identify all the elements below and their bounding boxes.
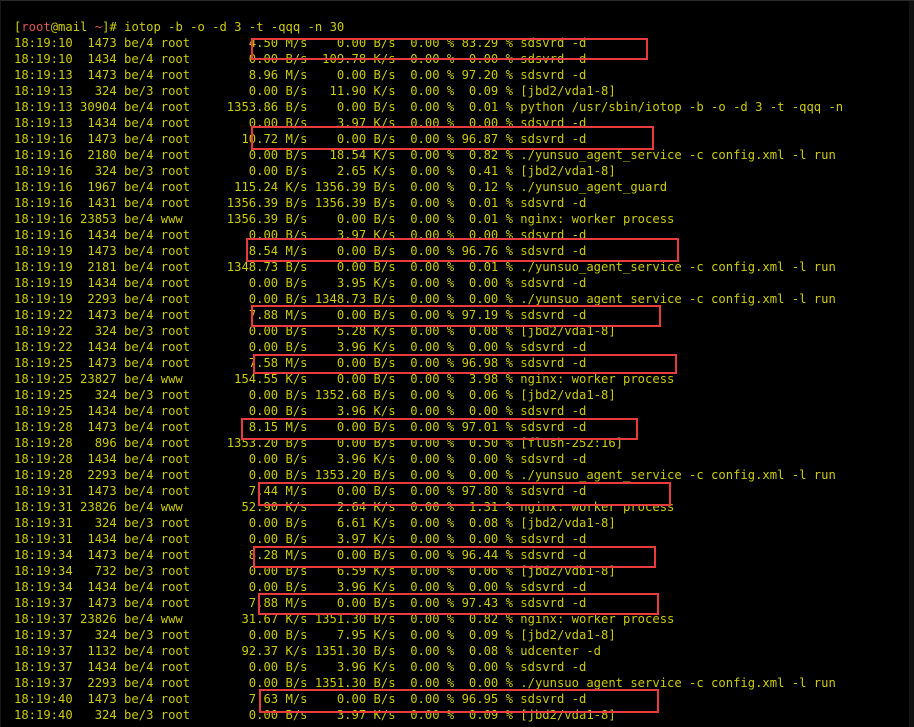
prompt-symbol: # <box>109 20 117 34</box>
iotop-row: 18:19:34 1434 be/4 root 0.00 B/s 3.96 K/… <box>14 580 587 594</box>
iotop-row: 18:19:13 324 be/3 root 0.00 B/s 11.90 K/… <box>14 84 616 98</box>
iotop-row: 18:19:16 1473 be/4 root 10.72 M/s 0.00 B… <box>14 132 587 146</box>
iotop-row: 18:19:31 324 be/3 root 0.00 B/s 6.61 K/s… <box>14 516 616 530</box>
prompt-command: iotop -b -o -d 3 -t -qqq -n 30 <box>124 20 345 34</box>
iotop-row: 18:19:25 1473 be/4 root 7.58 M/s 0.00 B/… <box>14 356 587 370</box>
iotop-row: 18:19:10 1434 be/4 root 0.00 B/s 109.78 … <box>14 52 587 66</box>
iotop-row: 18:19:28 896 be/4 root 1353.20 B/s 0.00 … <box>14 436 624 450</box>
iotop-row: 18:19:16 1967 be/4 root 115.24 K/s 1356.… <box>14 180 668 194</box>
iotop-row: 18:19:37 2293 be/4 root 0.00 B/s 1351.30… <box>14 676 836 690</box>
iotop-row: 18:19:37 1434 be/4 root 0.00 B/s 3.96 K/… <box>14 660 587 674</box>
iotop-row: 18:19:37 324 be/3 root 0.00 B/s 7.95 K/s… <box>14 628 616 642</box>
iotop-row: 18:19:19 2293 be/4 root 0.00 B/s 1348.73… <box>14 292 836 306</box>
iotop-row: 18:19:16 23853 be/4 www 1356.39 B/s 0.00… <box>14 212 675 226</box>
iotop-row: 18:19:16 2180 be/4 root 0.00 B/s 18.54 K… <box>14 148 836 162</box>
iotop-row: 18:19:13 1473 be/4 root 8.96 M/s 0.00 B/… <box>14 68 587 82</box>
iotop-row: 18:19:10 1473 be/4 root 4.50 M/s 0.00 B/… <box>14 36 587 50</box>
prompt-host: mail <box>58 20 88 34</box>
iotop-row: 18:19:13 30904 be/4 root 1353.86 B/s 0.0… <box>14 100 844 114</box>
iotop-row: 18:19:31 1473 be/4 root 7.44 M/s 0.00 B/… <box>14 484 587 498</box>
iotop-row: 18:19:28 1434 be/4 root 0.00 B/s 3.96 K/… <box>14 452 587 466</box>
iotop-row: 18:19:19 2181 be/4 root 1348.73 B/s 0.00… <box>14 260 836 274</box>
iotop-row: 18:19:28 2293 be/4 root 0.00 B/s 1353.20… <box>14 468 836 482</box>
iotop-row: 18:19:34 732 be/3 root 0.00 B/s 6.59 K/s… <box>14 564 616 578</box>
prompt-user: root <box>21 20 51 34</box>
shell-prompt-line: [root@mail ~]# iotop -b -o -d 3 -t -qqq … <box>14 19 914 35</box>
iotop-row: 18:19:28 1473 be/4 root 8.15 M/s 0.00 B/… <box>14 420 587 434</box>
iotop-row: 18:19:13 1434 be/4 root 0.00 B/s 3.97 K/… <box>14 116 587 130</box>
prompt-at-sign: @ <box>50 20 59 34</box>
iotop-row: 18:19:40 324 be/3 root 0.00 B/s 3.97 K/s… <box>14 708 616 722</box>
iotop-row: 18:19:31 23826 be/4 www 52.90 K/s 2.64 K… <box>14 500 675 514</box>
iotop-row: 18:19:22 1434 be/4 root 0.00 B/s 3.96 K/… <box>14 340 587 354</box>
iotop-row: 18:19:37 1473 be/4 root 7.88 M/s 0.00 B/… <box>14 596 587 610</box>
iotop-row: 18:19:25 23827 be/4 www 154.55 K/s 0.00 … <box>14 372 675 386</box>
iotop-row: 18:19:31 1434 be/4 root 0.00 B/s 3.97 K/… <box>14 532 587 546</box>
iotop-row: 18:19:16 1431 be/4 root 1356.39 B/s 1356… <box>14 196 587 210</box>
iotop-output: 18:19:10 1473 be/4 root 4.50 M/s 0.00 B/… <box>14 35 914 723</box>
iotop-row: 18:19:37 23826 be/4 www 31.67 K/s 1351.3… <box>14 612 675 626</box>
iotop-row: 18:19:37 1132 be/4 root 92.37 K/s 1351.3… <box>14 644 601 658</box>
terminal-window[interactable]: [root@mail ~]# iotop -b -o -d 3 -t -qqq … <box>0 0 914 727</box>
iotop-row: 18:19:34 1473 be/4 root 8.28 M/s 0.00 B/… <box>14 548 587 562</box>
iotop-row: 18:19:22 324 be/3 root 0.00 B/s 5.28 K/s… <box>14 324 616 338</box>
iotop-row: 18:19:22 1473 be/4 root 7.88 M/s 0.00 B/… <box>14 308 587 322</box>
iotop-row: 18:19:16 324 be/3 root 0.00 B/s 2.65 K/s… <box>14 164 616 178</box>
iotop-row: 18:19:19 1434 be/4 root 0.00 B/s 3.95 K/… <box>14 276 587 290</box>
iotop-row: 18:19:16 1434 be/4 root 0.00 B/s 3.97 K/… <box>14 228 587 242</box>
iotop-row: 18:19:19 1473 be/4 root 8.54 M/s 0.00 B/… <box>14 244 587 258</box>
iotop-row: 18:19:25 324 be/3 root 0.00 B/s 1352.68 … <box>14 388 616 402</box>
iotop-row: 18:19:40 1473 be/4 root 7.63 M/s 0.00 B/… <box>14 692 587 706</box>
iotop-row: 18:19:25 1434 be/4 root 0.00 B/s 3.96 K/… <box>14 404 587 418</box>
prompt-path: ~ <box>94 20 103 34</box>
terminal-scrollbar[interactable] <box>909 1 914 727</box>
